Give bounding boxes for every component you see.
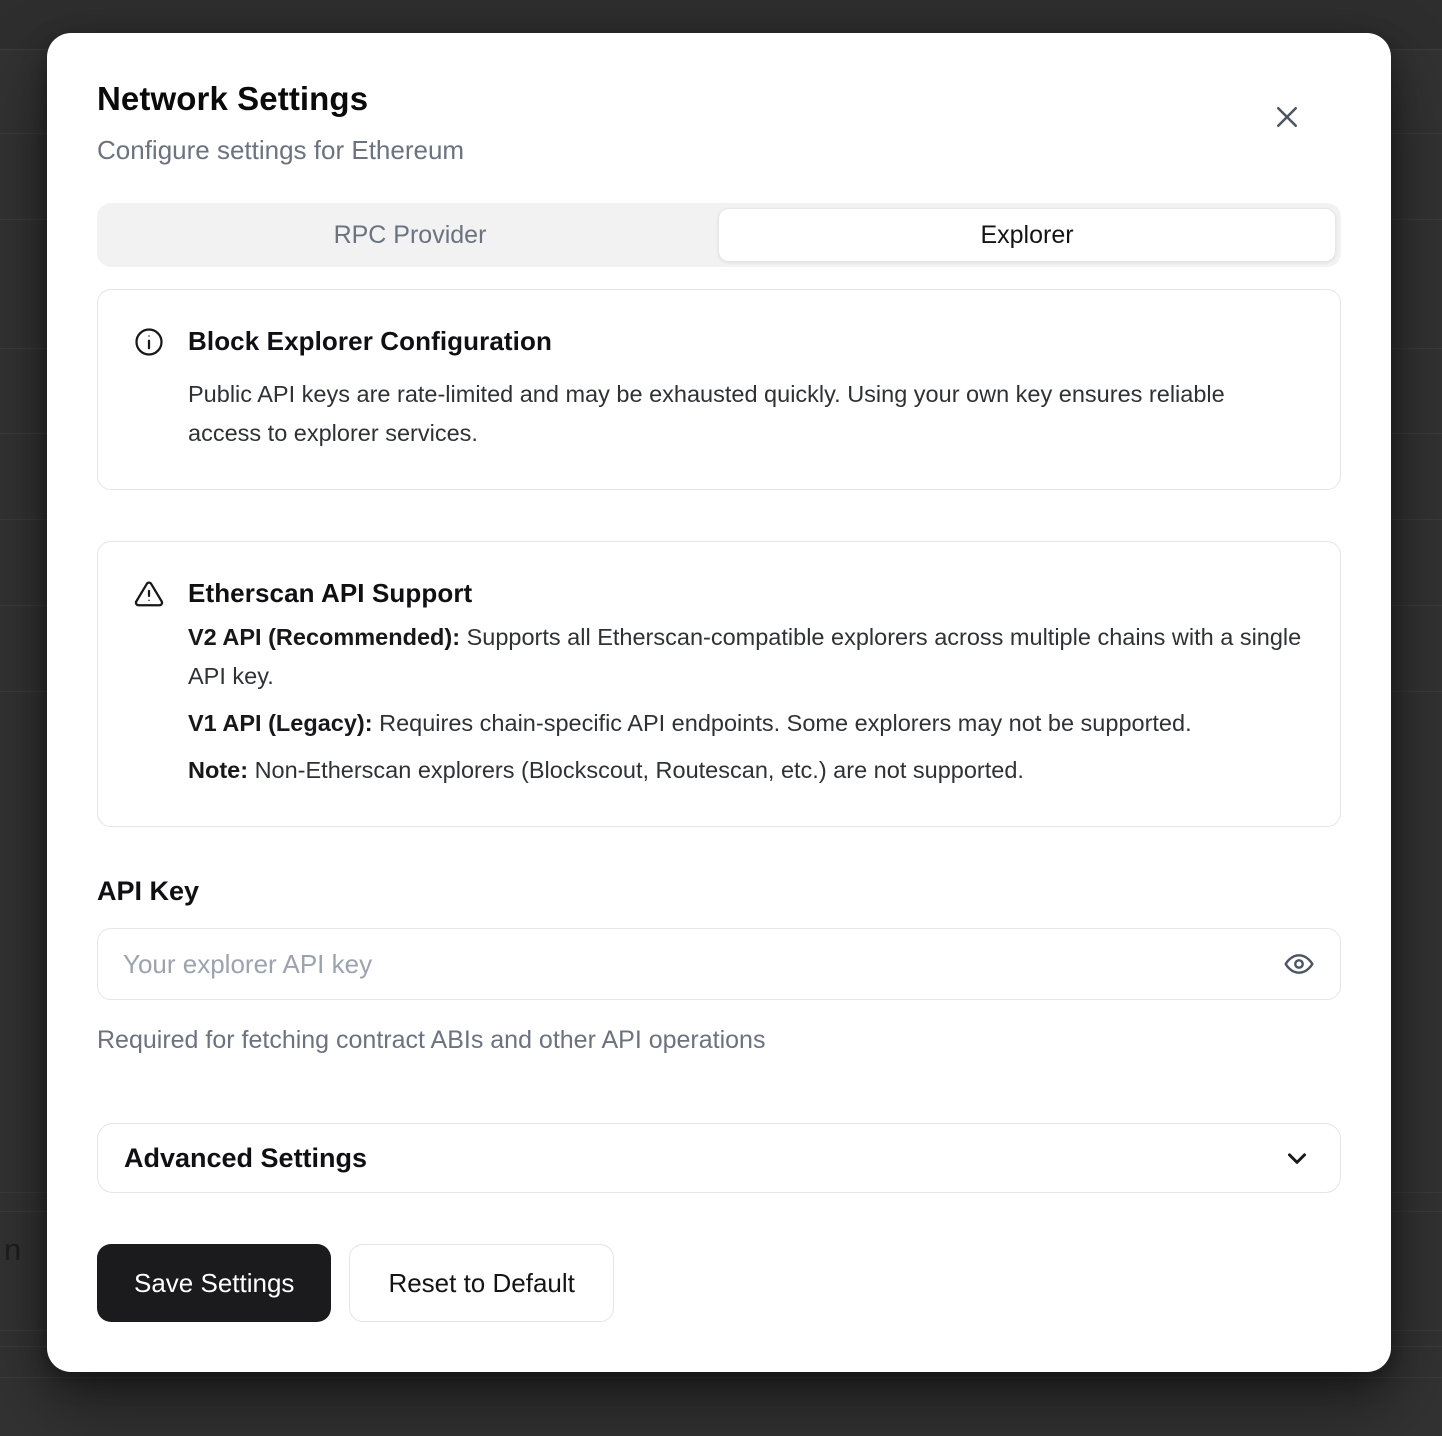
- api-key-label: API Key: [97, 875, 1341, 907]
- advanced-settings-toggle[interactable]: Advanced Settings: [97, 1123, 1341, 1193]
- tab-explorer[interactable]: Explorer: [718, 208, 1336, 262]
- warning-card-title: Etherscan API Support: [188, 576, 1303, 610]
- backdrop-row-divider: [0, 1377, 1442, 1378]
- warning-item-v2: V2 API (Recommended): Supports all Ether…: [188, 618, 1303, 696]
- dialog-subtitle: Configure settings for Ethereum: [97, 135, 1341, 165]
- warning-item-v1: V1 API (Legacy): Requires chain-specific…: [188, 704, 1303, 743]
- backdrop-partial-text: n: [4, 1232, 21, 1268]
- tab-bar: RPC Provider Explorer: [97, 203, 1341, 267]
- warning-item-v2-label: V2 API (Recommended):: [188, 624, 460, 650]
- info-card-body: Public API keys are rate-limited and may…: [188, 375, 1298, 453]
- warning-item-v1-label: V1 API (Legacy):: [188, 710, 373, 736]
- close-icon: [1272, 102, 1302, 132]
- block-explorer-configuration-card: Block Explorer Configuration Public API …: [97, 289, 1341, 490]
- chevron-down-icon: [1282, 1143, 1312, 1173]
- network-settings-dialog: Network Settings Configure settings for …: [47, 33, 1391, 1372]
- dialog-footer: Save Settings Reset to Default: [97, 1244, 1341, 1322]
- info-icon: [134, 324, 188, 453]
- warning-item-note-text: Non-Etherscan explorers (Blockscout, Rou…: [248, 757, 1024, 783]
- tab-rpc-provider[interactable]: RPC Provider: [102, 208, 718, 262]
- api-key-helper-text: Required for fetching contract ABIs and …: [97, 1025, 1341, 1055]
- warning-item-note-label: Note:: [188, 757, 248, 783]
- reset-to-default-button[interactable]: Reset to Default: [349, 1244, 613, 1322]
- warning-item-v1-text: Requires chain-specific API endpoints. S…: [373, 710, 1192, 736]
- close-button[interactable]: [1269, 99, 1305, 135]
- warning-item-note: Note: Non-Etherscan explorers (Blockscou…: [188, 751, 1303, 790]
- etherscan-api-support-card: Etherscan API Support V2 API (Recommende…: [97, 541, 1341, 827]
- dialog-title: Network Settings: [97, 79, 1341, 119]
- eye-icon: [1283, 948, 1315, 980]
- info-card-title: Block Explorer Configuration: [188, 324, 1298, 358]
- toggle-visibility-button[interactable]: [1279, 944, 1319, 984]
- advanced-settings-label: Advanced Settings: [124, 1143, 367, 1174]
- save-settings-button[interactable]: Save Settings: [97, 1244, 331, 1322]
- api-key-field-wrapper: [97, 928, 1341, 1000]
- warning-icon: [134, 576, 188, 790]
- api-key-input[interactable]: [97, 928, 1341, 1000]
